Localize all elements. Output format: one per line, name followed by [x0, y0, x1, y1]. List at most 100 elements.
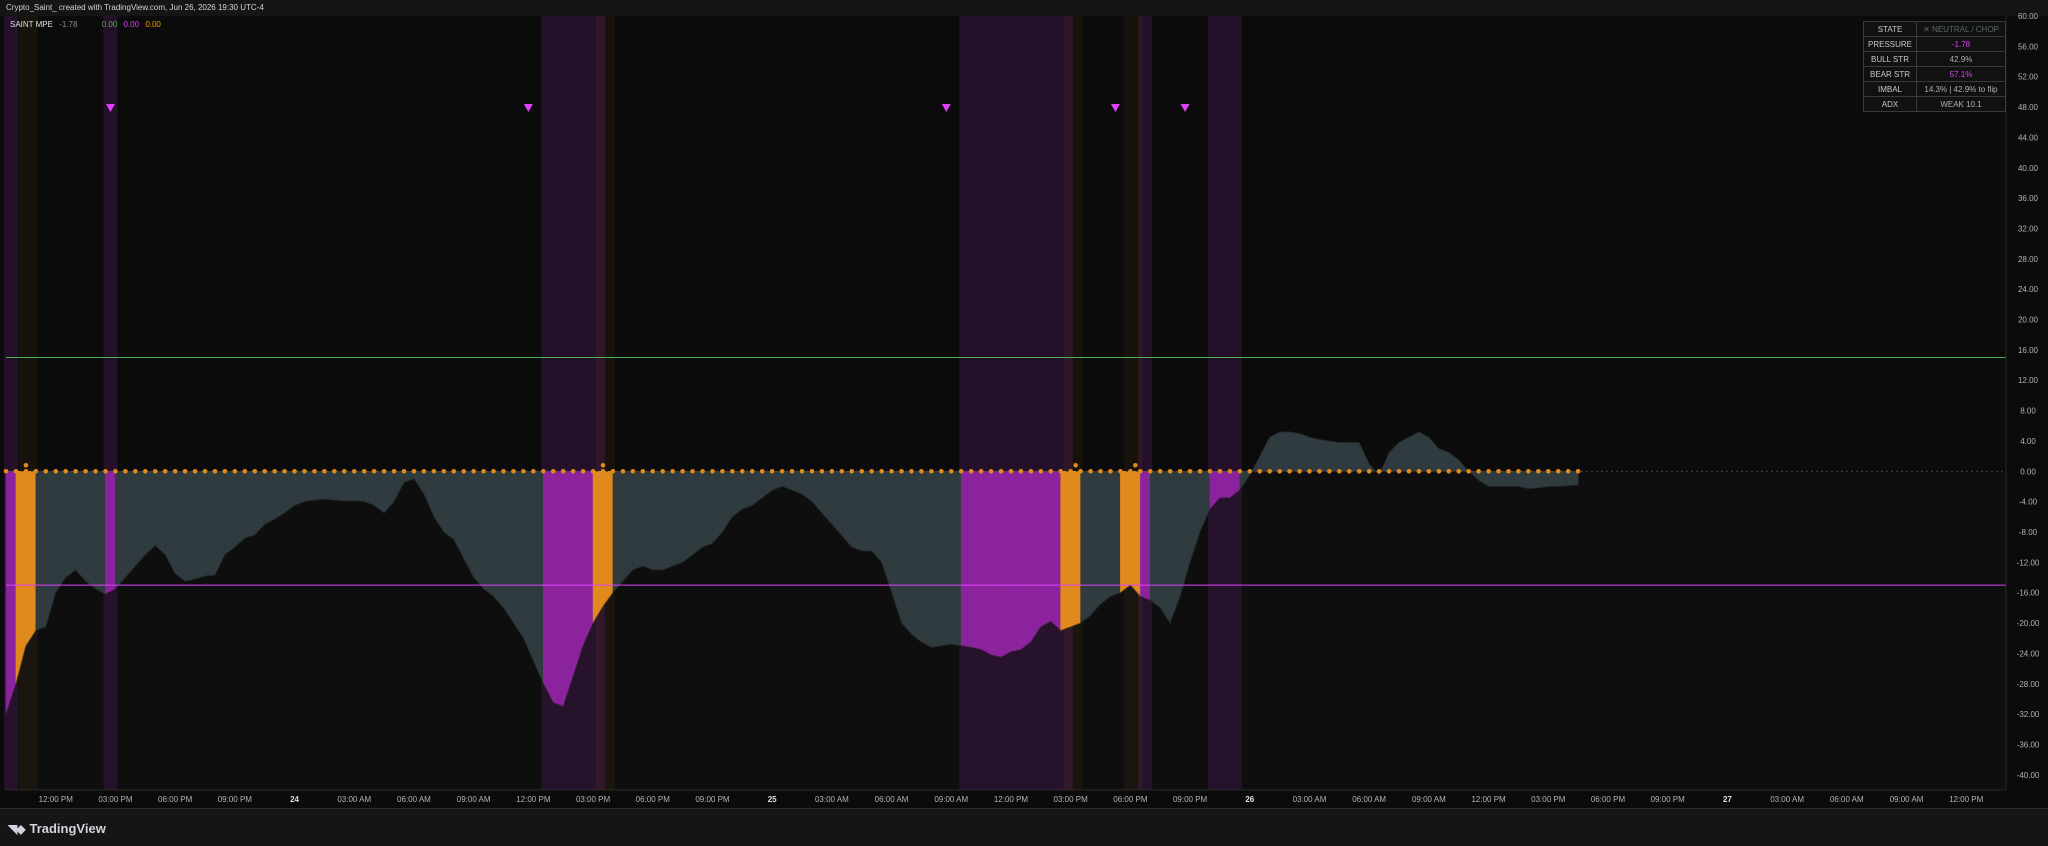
y-tick-label: -20.00: [2017, 619, 2040, 628]
status-value: 42.9%: [1916, 51, 2007, 67]
bear-zone-bg: [103, 16, 118, 790]
zero-dot: [182, 468, 188, 474]
y-tick-label: -4.00: [2019, 498, 2038, 507]
zero-dot: [819, 468, 825, 474]
pressure-segment: [443, 470, 455, 541]
y-tick-label: 52.00: [2018, 73, 2039, 82]
orange-bar: [1060, 470, 1071, 632]
pressure-segment: [1159, 470, 1171, 625]
status-row: BULL STR 42.9%: [1862, 51, 2007, 67]
pressure-segment: [334, 470, 345, 502]
zero-dot: [869, 468, 874, 474]
orange-zone-bg: [1123, 16, 1143, 790]
zero-dot: [461, 468, 467, 474]
zero-dot: [759, 468, 765, 474]
pressure-segment: [861, 470, 872, 552]
zero-dot: [202, 468, 208, 474]
pressure-segment: [184, 470, 196, 582]
bear-segment: [1030, 470, 1042, 644]
zero-dot: [849, 468, 855, 474]
zero-dot: [1098, 468, 1103, 474]
y-tick-label: 36.00: [2018, 194, 2039, 203]
orange-zone-bg: [18, 16, 38, 790]
tradingview-brand[interactable]: ◥◆ TradingView: [8, 821, 106, 836]
indicator-label[interactable]: SAINT MPE -1.78 0.00 0.00 0.00: [10, 20, 161, 29]
zero-dot: [1108, 468, 1113, 474]
zero-dot: [1446, 468, 1452, 474]
bear-segment: [1020, 470, 1032, 651]
tradingview-logo-icon: ◥◆: [8, 821, 25, 836]
zero-dot: [1386, 468, 1392, 474]
zero-dot: [252, 468, 258, 474]
y-tick-label: 16.00: [2018, 346, 2039, 355]
x-tick-label: 06:00 PM: [1113, 795, 1148, 804]
pressure-segment: [204, 470, 216, 577]
pressure-segment: [931, 470, 942, 648]
zero-dot: [1506, 468, 1511, 474]
zero-dot: [232, 468, 238, 474]
zero-dot: [481, 468, 486, 474]
zero-dot: [93, 468, 98, 474]
zero-dot: [212, 468, 218, 474]
pressure-segment: [871, 470, 882, 564]
zero-dot: [660, 468, 666, 474]
zero-dot: [1356, 468, 1362, 474]
x-tick-label: 27: [1723, 795, 1732, 804]
pressure-segment: [115, 470, 126, 590]
zero-dot: [143, 468, 148, 474]
signal-dot: [1073, 462, 1078, 468]
bear-segment: [1000, 470, 1012, 658]
indicator-value-2: 0.00: [101, 20, 118, 29]
pressure-segment: [85, 470, 96, 590]
y-tick-label: -32.00: [2017, 710, 2040, 719]
zero-dot: [730, 468, 735, 474]
zero-dot: [162, 468, 168, 474]
zero-dot: [1008, 468, 1014, 474]
bear-segment: [582, 470, 594, 646]
brand-name: TradingView: [29, 821, 106, 836]
status-row: ADX WEAK 10.1: [1862, 96, 2007, 112]
pressure-segment: [473, 470, 484, 590]
zero-dot: [1138, 468, 1143, 474]
zero-dot: [740, 468, 745, 474]
pressure-segment: [194, 470, 206, 580]
pressure-segment: [682, 470, 693, 563]
zero-dot: [710, 468, 715, 474]
zero-dot: [1486, 468, 1491, 474]
pressure-segment: [1518, 470, 1529, 490]
status-key: STATE: [1862, 21, 1918, 37]
y-tick-label: 44.00: [2018, 133, 2039, 142]
zero-dot: [441, 468, 447, 474]
status-value: 14.3% | 42.9% to flip: [1916, 81, 2007, 97]
zero-dot: [720, 468, 725, 474]
pressure-segment: [274, 470, 285, 520]
pressure-segment: [483, 470, 494, 598]
zero-dot: [242, 468, 248, 474]
zero-dot: [33, 468, 39, 474]
x-tick-label: 09:00 PM: [1173, 795, 1208, 804]
bear-segment: [1050, 470, 1062, 632]
zero-dot: [1396, 468, 1402, 474]
pressure-segment: [234, 470, 246, 548]
zero-dot: [1376, 468, 1382, 474]
zero-dot: [272, 468, 277, 474]
x-tick-label: 12:00 PM: [994, 795, 1029, 804]
pressure-segment: [1090, 470, 1101, 617]
zero-dot: [53, 468, 59, 474]
pressure-segment: [1488, 470, 1499, 487]
y-tick-label: 20.00: [2018, 316, 2039, 325]
zero-dot: [690, 468, 695, 474]
pressure-segment: [921, 470, 932, 648]
bear-segment: [572, 470, 584, 677]
zero-dot: [600, 468, 606, 474]
zero-dot: [700, 468, 705, 474]
y-tick-label: 12.00: [2018, 376, 2039, 385]
x-tick-label: 06:00 PM: [1591, 795, 1626, 804]
zero-dot: [73, 468, 78, 474]
pressure-segment: [75, 470, 86, 583]
bear-segment: [980, 470, 992, 656]
x-tick-label: 06:00 PM: [158, 795, 193, 804]
zero-dot: [541, 468, 546, 474]
bear-segment: [1010, 470, 1022, 653]
indicator-value-4: 0.00: [145, 20, 161, 29]
